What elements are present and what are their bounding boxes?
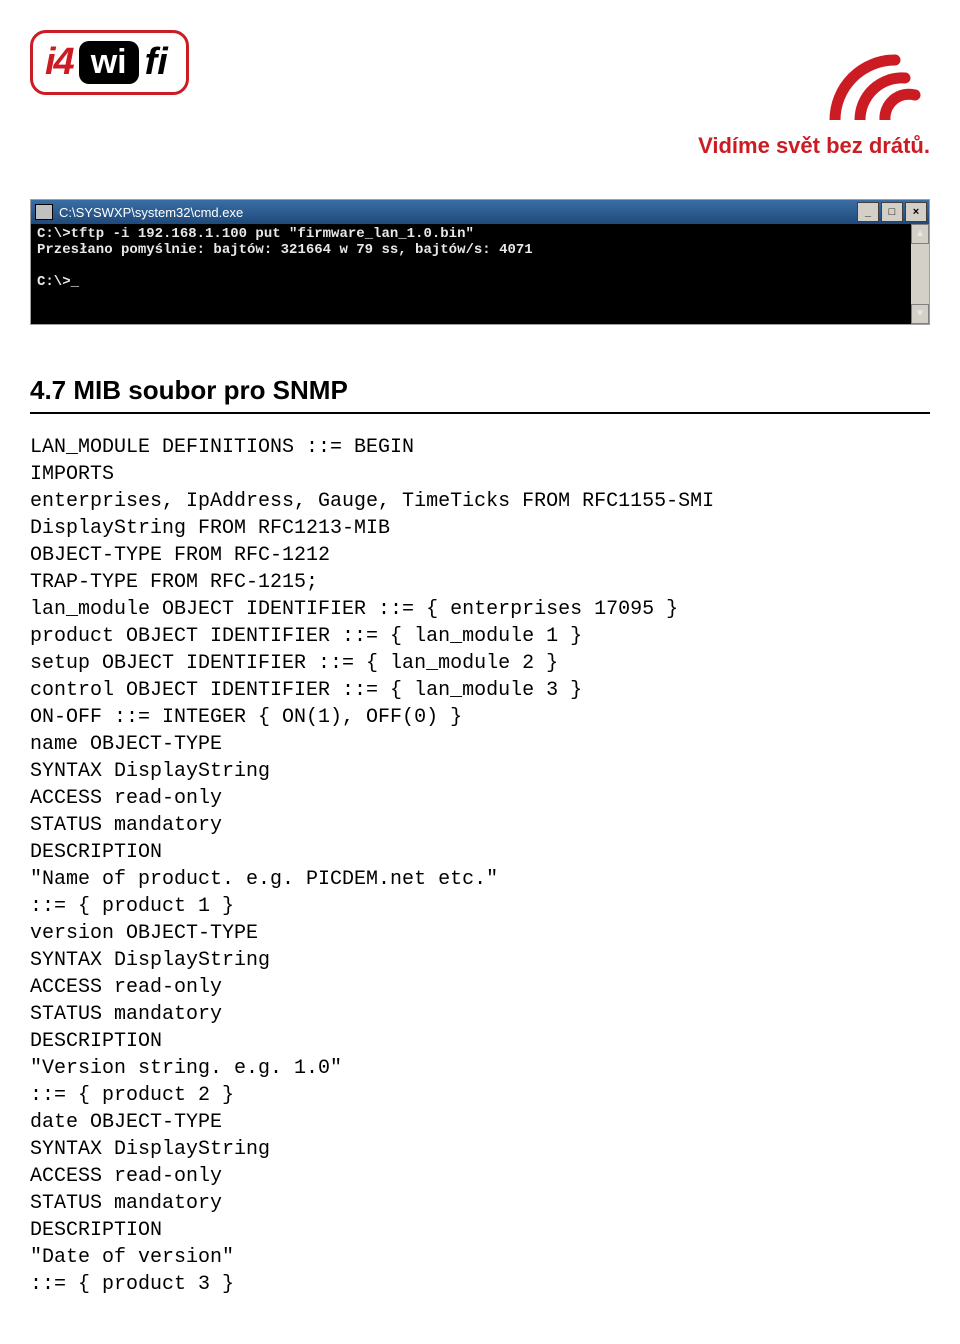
scroll-down-icon[interactable]: ▼ [911,304,929,324]
logo: i4 wi fi [30,30,189,95]
code-line: DESCRIPTION [30,1030,162,1053]
code-line: STATUS mandatory [30,1192,222,1215]
titlebar-left: C:\SYSWXP\system32\cmd.exe [35,204,243,220]
code-line: SYNTAX DisplayString [30,760,270,783]
code-line: ::= { product 1 } [30,895,234,918]
code-line: control OBJECT IDENTIFIER ::= { lan_modu… [30,679,582,702]
code-line: ::= { product 2 } [30,1084,234,1107]
code-line: date OBJECT-TYPE [30,1111,222,1134]
code-line: "Date of version" [30,1246,234,1269]
console-line: Przesłano pomyślnie: bajtów: 321664 w 79… [37,242,533,258]
code-line: lan_module OBJECT IDENTIFIER ::= { enter… [30,598,678,621]
mib-code-block: LAN_MODULE DEFINITIONS ::= BEGIN IMPORTS… [30,434,930,1298]
window-controls: _ □ × [857,202,927,222]
tagline: Vidíme svět bez drátů. [698,133,930,159]
window-titlebar[interactable]: C:\SYSWXP\system32\cmd.exe _ □ × [31,200,929,224]
code-line: DESCRIPTION [30,841,162,864]
code-line: product OBJECT IDENTIFIER ::= { lan_modu… [30,625,582,648]
cmd-icon [35,204,53,220]
code-line: ACCESS read-only [30,1165,222,1188]
code-line: SYNTAX DisplayString [30,949,270,972]
logo-i4: i4 [45,41,73,84]
code-line: setup OBJECT IDENTIFIER ::= { lan_module… [30,652,558,675]
close-button[interactable]: × [905,202,927,222]
code-line: ON-OFF ::= INTEGER { ON(1), OFF(0) } [30,706,462,729]
console-window: C:\SYSWXP\system32\cmd.exe _ □ × C:\>tft… [30,199,930,325]
code-line: TRAP-TYPE FROM RFC-1215; [30,571,318,594]
window-title: C:\SYSWXP\system32\cmd.exe [59,205,243,220]
maximize-button[interactable]: □ [881,202,903,222]
code-line: ACCESS read-only [30,976,222,999]
code-line: ::= { product 3 } [30,1273,234,1296]
code-line: name OBJECT-TYPE [30,733,222,756]
minimize-button[interactable]: _ [857,202,879,222]
logo-fi: fi [145,41,168,84]
code-line: DESCRIPTION [30,1219,162,1242]
scroll-up-icon[interactable]: ▲ [911,224,929,244]
logo-wi: wi [79,41,139,84]
page-header: i4 wi fi Vidíme svět bez drátů. [0,0,960,179]
code-line: SYNTAX DisplayString [30,1138,270,1161]
console-line: C:\>tftp -i 192.168.1.100 put "firmware_… [37,226,474,242]
code-line: STATUS mandatory [30,814,222,837]
header-right: Vidíme svět bez drátů. [698,30,930,159]
section-title: 4.7 MIB soubor pro SNMP [30,375,930,414]
code-line: "Version string. e.g. 1.0" [30,1057,342,1080]
code-line: IMPORTS [30,463,114,486]
code-line: enterprises, IpAddress, Gauge, TimeTicks… [30,490,714,513]
scrollbar[interactable]: ▲ ▼ [911,224,929,324]
code-line: DisplayString FROM RFC1213-MIB [30,517,390,540]
code-line: OBJECT-TYPE FROM RFC-1212 [30,544,330,567]
code-line: ACCESS read-only [30,787,222,810]
code-line: "Name of product. e.g. PICDEM.net etc." [30,868,498,891]
code-line: STATUS mandatory [30,1003,222,1026]
code-line: LAN_MODULE DEFINITIONS ::= BEGIN [30,436,414,459]
console-line: C:\>_ [37,274,79,290]
wifi-waves-icon [790,30,930,120]
code-line: version OBJECT-TYPE [30,922,258,945]
console-body[interactable]: C:\>tftp -i 192.168.1.100 put "firmware_… [31,224,929,324]
